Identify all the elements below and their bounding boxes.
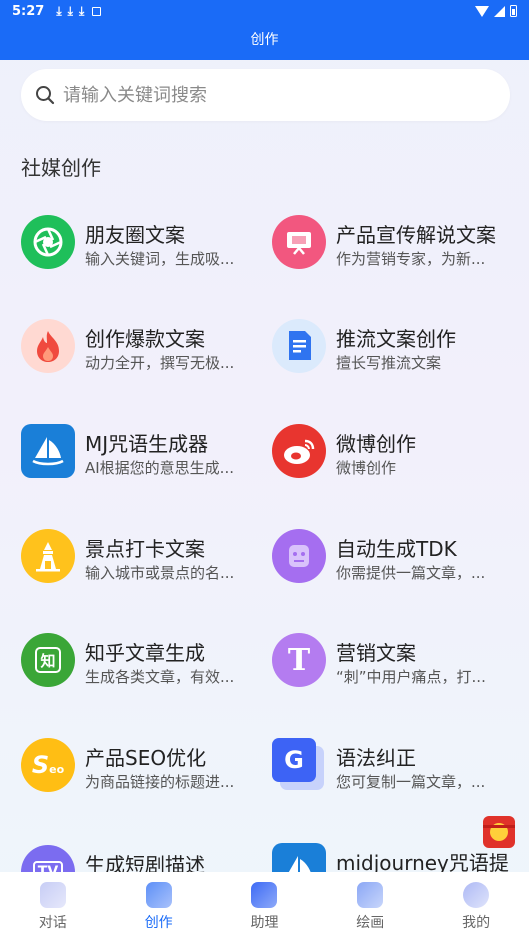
list-item-weibo[interactable]: 微博创作 微博创作 [272,424,522,484]
item-desc: 微博创作 [336,459,397,477]
list-item-grammar[interactable]: G 语法纠正 您可复制一篇文章，... [272,738,522,798]
download-icon: ⤓ [67,3,73,18]
zhihu-letter: 知 [35,647,61,673]
list-item-viral-copy[interactable]: 创作爆款文案 动力全开，撰写无极... [21,319,271,379]
notification-icon [92,6,102,16]
download-icon: ⤓ [56,3,62,18]
profile-icon [463,882,490,908]
grammar-letter: G [272,738,316,782]
app-header: 5:27 ⤓ ⤓ ⤓ 创作 [0,0,529,60]
tab-chat[interactable]: 对话 [0,872,106,942]
seo-icon: Seo [21,738,75,792]
seo-letter: S [31,751,50,779]
download-icon: ⤓ [78,3,85,18]
create-icon [145,882,172,908]
tab-assistant[interactable]: 助理 [212,872,318,942]
assistant-icon [251,882,278,908]
tab-create[interactable]: 创作 [106,872,212,942]
item-name: 语法纠正 [336,746,416,770]
list-item-scenic-checkin[interactable]: 景点打卡文案 输入城市或景点的名... [21,529,271,589]
item-desc: 动力全开，撰写无极... [85,354,235,372]
item-name: 推流文案创作 [336,327,456,351]
tab-profile[interactable]: 我的 [423,872,529,942]
red-envelope-icon[interactable] [479,812,519,852]
item-desc: “刺”中用户痛点，打... [336,668,486,686]
grammar-g-icon: G [272,738,326,792]
item-name: 产品宣传解说文案 [336,223,496,247]
zhihu-icon: 知 [21,633,75,687]
search-input[interactable] [63,84,483,106]
wifi-icon [475,5,489,17]
letter-t: T [287,642,311,678]
tab-label: 对话 [38,915,67,931]
item-name: 营销文案 [336,641,416,665]
seo-suffix: eo [49,762,65,776]
status-bar: 5:27 ⤓ ⤓ ⤓ [0,0,529,22]
item-desc: AI根据您的意思生成... [85,459,234,477]
letter-t-icon: T [272,633,326,687]
list-item-marketing-copy[interactable]: T 营销文案 “刺”中用户痛点，打... [272,633,522,693]
tab-label: 我的 [462,915,491,931]
item-name: 景点打卡文案 [85,537,205,561]
item-desc: 生成各类文章，有效... [85,668,235,686]
tab-label: 创作 [144,915,173,931]
robot-icon [272,529,326,583]
presentation-icon [272,215,326,269]
item-name: 产品SEO优化 [85,746,207,770]
item-desc: 作为营销专家，为新... [336,250,486,268]
document-icon [272,319,326,373]
page-title: 创作 [250,32,279,48]
list-item-tdk[interactable]: 自动生成TDK 你需提供一篇文章，... [272,529,522,589]
item-desc: 擅长写推流文案 [336,354,442,372]
list-item-moments-copy[interactable]: 朋友圈文案 输入关键词，生成吸... [21,215,271,275]
list-item-product-promo[interactable]: 产品宣传解说文案 作为营销专家，为新... [272,215,522,275]
item-desc: 你需提供一篇文章，... [336,564,486,582]
weibo-icon [272,424,326,478]
search-icon [36,86,55,105]
search-bar[interactable] [21,69,510,121]
item-name: 知乎文章生成 [85,641,205,665]
sailboat-icon [21,424,75,478]
item-desc: 为商品链接的标题进... [85,773,235,791]
item-name: 朋友圈文案 [85,223,185,247]
tab-label: 绘画 [356,915,385,931]
paint-icon [357,882,384,908]
signal-icon [494,5,505,17]
tab-paint[interactable]: 绘画 [317,872,423,942]
bottom-navigation: 对话 创作 助理 绘画 我的 [0,872,529,942]
list-item-zhihu-article[interactable]: 知 知乎文章生成 生成各类文章，有效... [21,633,271,693]
section-title: 社媒创作 [21,156,101,180]
list-item-mj-prompt[interactable]: MJ咒语生成器 AI根据您的意思生成... [21,424,271,484]
item-desc: 输入城市或景点的名... [85,564,235,582]
item-name: 自动生成TDK [336,537,457,561]
item-name: MJ咒语生成器 [85,432,209,456]
chat-icon [39,882,66,908]
item-name: 创作爆款文案 [85,327,205,351]
item-desc: 输入关键词，生成吸... [85,250,235,268]
item-name: 微博创作 [336,432,416,456]
item-desc: 您可复制一篇文章，... [336,773,486,791]
status-time: 5:27 [12,3,45,19]
tab-label: 助理 [250,915,279,931]
flame-icon [21,319,75,373]
landmark-icon [21,529,75,583]
battery-icon [510,5,517,17]
camera-aperture-icon [21,215,75,269]
list-item-product-seo[interactable]: Seo 产品SEO优化 为商品链接的标题进... [21,738,271,798]
list-item-stream-copy[interactable]: 推流文案创作 擅长写推流文案 [272,319,522,379]
